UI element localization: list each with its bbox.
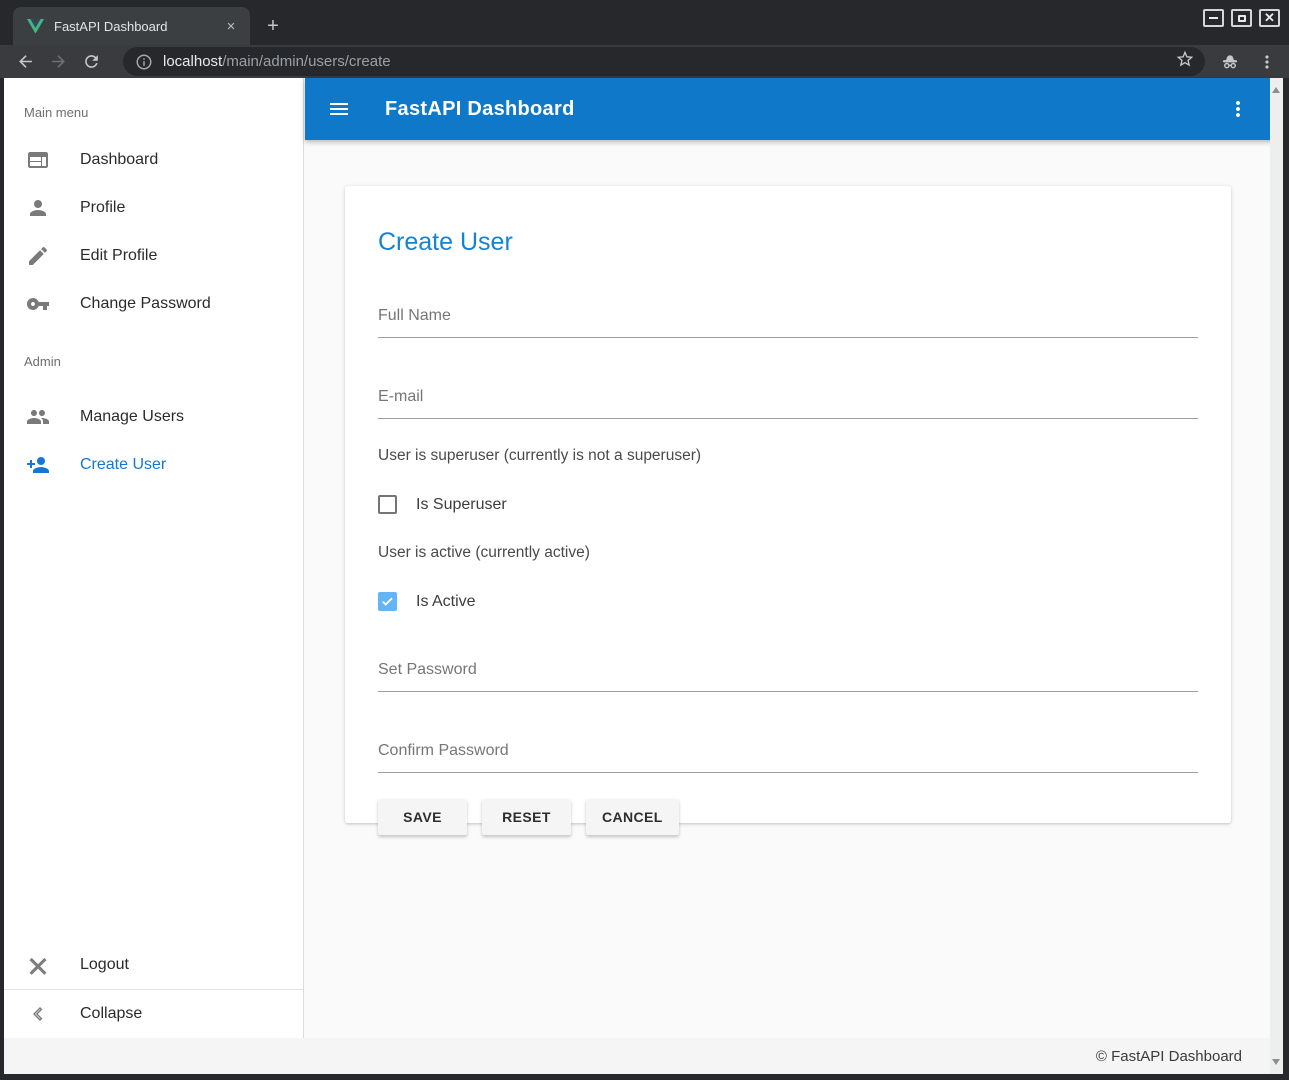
superuser-checkbox[interactable] xyxy=(378,495,397,514)
appbar: FastAPI Dashboard xyxy=(305,78,1274,140)
sidebar-item-change-password[interactable]: Change Password xyxy=(4,280,303,328)
active-checkbox[interactable] xyxy=(378,592,397,611)
tab-close-icon[interactable]: × xyxy=(222,17,240,35)
save-button[interactable]: SAVE xyxy=(378,799,467,835)
confirm-password-field xyxy=(378,742,1198,773)
sidebar-item-label: Logout xyxy=(80,956,129,974)
info-circle-icon[interactable] xyxy=(135,53,153,71)
chevron-left-icon xyxy=(26,1002,50,1026)
hamburger-menu-icon[interactable] xyxy=(327,97,351,121)
new-tab-button[interactable]: + xyxy=(260,13,286,39)
full-name-field xyxy=(378,307,1198,338)
window-controls: ✕ xyxy=(1203,9,1280,27)
reload-icon[interactable] xyxy=(79,50,103,74)
browser-kebab-menu-icon[interactable] xyxy=(1255,50,1279,74)
close-icon[interactable]: ✕ xyxy=(1259,9,1280,27)
cancel-button[interactable]: CANCEL xyxy=(586,799,679,835)
sidebar-item-label: Collapse xyxy=(80,1005,142,1023)
sidebar-item-dashboard[interactable]: Dashboard xyxy=(4,136,303,184)
main-area: FastAPI Dashboard Create User User is su… xyxy=(305,78,1274,1038)
pencil-icon xyxy=(26,244,50,268)
sidebar-section-admin: Admin xyxy=(4,328,303,393)
sidebar-item-collapse[interactable]: Collapse xyxy=(4,990,303,1038)
copyright-text: © FastAPI Dashboard xyxy=(1096,1048,1242,1065)
sidebar-item-label: Change Password xyxy=(80,295,211,313)
key-icon xyxy=(26,292,50,316)
sidebar-item-profile[interactable]: Profile xyxy=(4,184,303,232)
forward-arrow-icon[interactable] xyxy=(46,50,70,74)
appbar-title: FastAPI Dashboard xyxy=(385,98,575,121)
minimize-icon[interactable] xyxy=(1203,9,1224,27)
person-icon xyxy=(26,196,50,220)
incognito-icon xyxy=(1218,50,1242,74)
form-buttons: SAVE RESET CANCEL xyxy=(378,799,1198,835)
confirm-password-input[interactable] xyxy=(378,742,1198,773)
url-host: localhost xyxy=(163,53,222,70)
back-arrow-icon[interactable] xyxy=(13,50,37,74)
active-checkbox-row[interactable]: Is Active xyxy=(378,592,1198,611)
email-field xyxy=(378,388,1198,419)
active-checkbox-label: Is Active xyxy=(416,593,476,611)
scroll-down-arrow-icon[interactable] xyxy=(1272,1059,1280,1065)
superuser-checkbox-row[interactable]: Is Superuser xyxy=(378,495,1198,514)
page-title: Create User xyxy=(378,226,1198,258)
set-password-input[interactable] xyxy=(378,661,1198,692)
maximize-icon[interactable] xyxy=(1231,9,1252,27)
create-user-card: Create User User is superuser (currently… xyxy=(345,186,1231,823)
sidebar: Main menu Dashboard Profile Edit Profile xyxy=(4,78,304,1038)
url-path: /main/admin/users/create xyxy=(222,53,390,70)
bookmark-star-icon[interactable] xyxy=(1175,49,1195,74)
sidebar-item-create-user[interactable]: Create User xyxy=(4,441,303,489)
sidebar-item-label: Dashboard xyxy=(80,151,158,169)
vue-logo-icon xyxy=(27,19,44,34)
people-icon xyxy=(26,405,50,429)
appbar-kebab-menu-icon[interactable] xyxy=(1226,97,1250,121)
full-name-input[interactable] xyxy=(378,307,1198,338)
sidebar-item-label: Manage Users xyxy=(80,408,184,426)
url-text[interactable]: localhost/main/admin/users/create xyxy=(163,53,391,70)
email-input[interactable] xyxy=(378,388,1198,419)
browser-window: FastAPI Dashboard × + ✕ localhost/main/a… xyxy=(0,0,1289,1080)
sidebar-item-label: Profile xyxy=(80,199,125,217)
scroll-up-arrow-icon[interactable] xyxy=(1272,87,1280,93)
browser-titlebar: FastAPI Dashboard × + ✕ xyxy=(0,0,1289,45)
browser-toolbar: localhost/main/admin/users/create xyxy=(0,45,1289,78)
reset-button[interactable]: RESET xyxy=(482,799,571,835)
vertical-scrollbar[interactable] xyxy=(1270,78,1283,1074)
browser-tab[interactable]: FastAPI Dashboard × xyxy=(13,7,250,45)
superuser-checkbox-label: Is Superuser xyxy=(416,496,507,514)
sidebar-item-label: Edit Profile xyxy=(80,247,157,265)
toolbar-right xyxy=(1205,50,1279,74)
sidebar-item-label: Create User xyxy=(80,456,166,474)
web-icon xyxy=(26,148,50,172)
sidebar-item-manage-users[interactable]: Manage Users xyxy=(4,393,303,441)
checkmark-icon xyxy=(379,593,396,610)
close-icon xyxy=(26,953,50,977)
sidebar-item-logout[interactable]: Logout xyxy=(4,941,303,989)
superuser-hint: User is superuser (currently is not a su… xyxy=(378,447,1198,465)
sidebar-item-edit-profile[interactable]: Edit Profile xyxy=(4,232,303,280)
sidebar-section-main-menu: Main menu xyxy=(4,78,303,136)
page-footer: © FastAPI Dashboard xyxy=(4,1038,1270,1074)
url-bar[interactable]: localhost/main/admin/users/create xyxy=(123,47,1205,76)
page-viewport: Main menu Dashboard Profile Edit Profile xyxy=(4,78,1283,1074)
active-hint: User is active (currently active) xyxy=(378,544,1198,562)
set-password-field xyxy=(378,661,1198,692)
person-add-icon xyxy=(26,453,50,477)
sidebar-bottom: Logout Collapse xyxy=(4,941,303,1038)
tab-title: FastAPI Dashboard xyxy=(54,19,222,34)
